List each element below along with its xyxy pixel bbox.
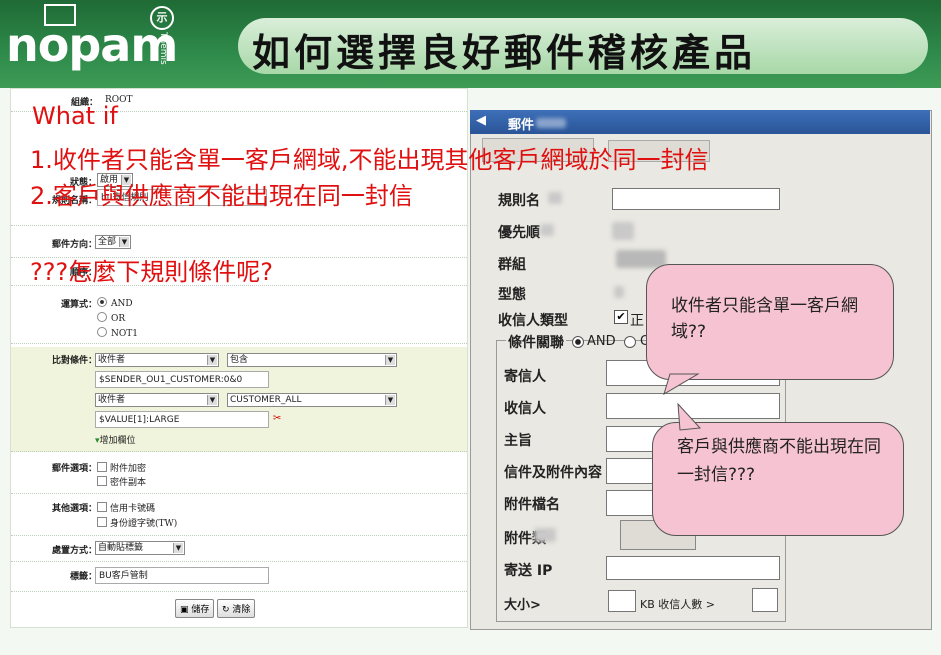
- checkbox-bcc[interactable]: 密件副本: [97, 475, 146, 488]
- clear-button[interactable]: ↻ 清除: [217, 599, 256, 618]
- tag-input[interactable]: BU客戶管制: [95, 567, 269, 584]
- recipient-type-value: 正: [630, 313, 644, 329]
- mail-options-label: 郵件選項：: [51, 464, 97, 474]
- blurred-text: [540, 224, 554, 236]
- overlay-line-1: 1.收件者只能含單一客戶網域,不能出現其他客戶網域於同一封信: [30, 146, 709, 174]
- radio-and[interactable]: AND: [97, 297, 133, 309]
- tag-label: 標籤：: [69, 572, 97, 582]
- radio-not[interactable]: NOT1: [97, 327, 138, 339]
- logo-subtitle: Themis: [158, 32, 168, 65]
- delete-icon[interactable]: ✂: [273, 413, 281, 424]
- refresh-icon: ↻: [222, 605, 230, 615]
- direction-label: 郵件方向：: [51, 240, 97, 250]
- sender-label: 寄信人: [504, 369, 546, 385]
- cond2-value-input[interactable]: $VALUE[1]:LARGE: [95, 411, 269, 428]
- logo: nopam: [6, 18, 178, 72]
- chevron-down-icon: ▼: [385, 395, 395, 405]
- recipient-type-label: 收信人類型: [498, 313, 568, 329]
- add-field-link[interactable]: ▾增加欄位: [95, 433, 136, 446]
- blurred-text: [548, 192, 562, 204]
- group-select[interactable]: [616, 250, 666, 268]
- send-ip-input[interactable]: [606, 556, 780, 580]
- cond1-value-input[interactable]: $SENDER_OU1_CUSTOMER:0&0: [95, 371, 269, 388]
- fieldset-title: 條件關聯: [506, 332, 566, 352]
- chevron-down-icon: ▼: [119, 237, 129, 247]
- callout-pointer-1: [663, 373, 700, 396]
- action-select[interactable]: 自動貼標籤 ▼: [95, 541, 185, 555]
- priority-select[interactable]: [612, 222, 634, 240]
- callout-pointers: [663, 373, 702, 431]
- action-row: 處置方式： 自動貼標籤 ▼: [11, 535, 467, 562]
- action-label: 處置方式：: [51, 546, 97, 556]
- dialog-titlebar: ◀ 郵件: [470, 110, 930, 134]
- direction-select[interactable]: 全部 ▼: [95, 235, 131, 249]
- save-icon: ▣: [180, 605, 189, 615]
- overlay-line-question: ???怎麼下規則條件呢?: [30, 258, 273, 286]
- chevron-down-icon: ▼: [207, 355, 217, 365]
- size-input[interactable]: [608, 590, 636, 612]
- overlay-line-2: 2.客戶與供應商不能出現在同一封信: [30, 182, 413, 210]
- type-label: 型態: [498, 287, 526, 303]
- cond1-op-select[interactable]: 包含 ▼: [227, 353, 397, 367]
- chevron-down-icon: ▼: [385, 355, 395, 365]
- content-label: 信件及附件內容: [504, 465, 602, 481]
- send-ip-label: 寄送 IP: [504, 563, 553, 579]
- blurred-text: [534, 528, 556, 542]
- group-label-r: 群組: [498, 257, 526, 273]
- compare-row: 比對條件： 收件者 ▼ 包含 ▼ $SENDER_OU1_CUSTOMER:0&0 …: [11, 347, 467, 452]
- back-arrow-icon[interactable]: ◀: [476, 113, 486, 128]
- checkbox-credit-card[interactable]: 信用卡號碼: [97, 501, 155, 514]
- callout-recipient: 收件者只能含單一客戶網域??: [646, 264, 894, 380]
- type-radio[interactable]: [614, 286, 624, 298]
- size-label: 大小>: [504, 598, 541, 613]
- logo-badge-icon: 示: [150, 6, 174, 30]
- blurred-title: [536, 118, 566, 128]
- page-title: 如何選擇良好郵件稽核產品: [252, 30, 757, 75]
- chevron-down-icon: ▼: [173, 543, 183, 553]
- priority-label: 優先順: [498, 225, 540, 241]
- recipient-label: 收信人: [504, 401, 546, 417]
- recipient-count-input[interactable]: [752, 588, 778, 612]
- tag-row: 標籤： BU客戶管制: [11, 563, 467, 592]
- chevron-down-icon: ▼: [207, 395, 217, 405]
- other-options-row: 其他選項： 信用卡號碼 身份證字號(TW): [11, 493, 467, 536]
- other-options-label: 其他選項：: [51, 504, 97, 514]
- radio-or-r[interactable]: [624, 336, 636, 348]
- checkbox-id-number[interactable]: 身份證字號(TW): [97, 516, 177, 529]
- rule-name-label-r: 規則名: [498, 193, 540, 209]
- operator-row: 運算式： AND OR NOT1: [11, 289, 467, 344]
- mail-options-row: 郵件選項： 附件加密 密件副本: [11, 453, 467, 494]
- compare-label: 比對條件：: [51, 356, 97, 366]
- cond2-field-select[interactable]: 收件者 ▼: [95, 393, 219, 407]
- recipient-type-checkbox[interactable]: ✔: [614, 310, 628, 324]
- size-suffix: KB 收信人數 >: [640, 598, 715, 611]
- operator-label: 運算式：: [60, 300, 97, 310]
- rule-name-input-r[interactable]: [612, 188, 780, 210]
- checkbox-encrypt-attachment[interactable]: 附件加密: [97, 461, 146, 474]
- attach-name-label: 附件檔名: [504, 497, 560, 513]
- radio-and-r[interactable]: [572, 336, 584, 348]
- callout-pointer-2: [677, 402, 702, 431]
- dialog-title: 郵件: [508, 118, 535, 133]
- subject-label: 主旨: [504, 433, 532, 449]
- overlay-line-whatif: What if: [32, 102, 118, 130]
- radio-or[interactable]: OR: [97, 312, 125, 324]
- cond1-field-select[interactable]: 收件者 ▼: [95, 353, 219, 367]
- save-button[interactable]: ▣ 儲存: [175, 599, 215, 618]
- cond2-op-select[interactable]: CUSTOMER_ALL ▼: [227, 393, 397, 407]
- and-label-r: AND: [587, 334, 616, 349]
